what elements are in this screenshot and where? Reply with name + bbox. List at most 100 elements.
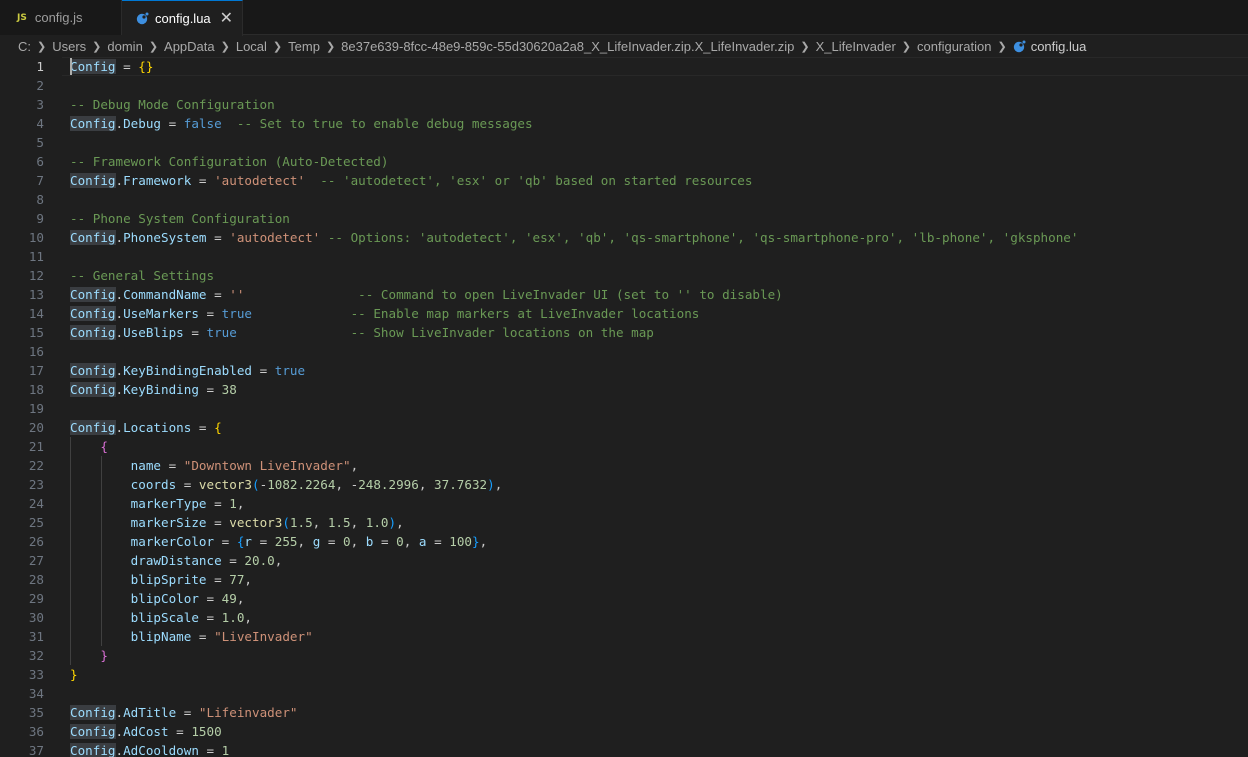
code-token: AdCost [123,724,169,739]
line-number: 36 [28,724,44,739]
code-text: } [70,646,108,665]
breadcrumb-item[interactable]: configuration [917,39,991,54]
breadcrumb-separator-icon: ❯ [272,40,283,53]
line-number: 17 [28,363,44,378]
code-token: = [221,553,245,568]
code-line[interactable]: 20 Config.Locations = { [0,418,1248,437]
breadcrumb-item[interactable]: Users [52,39,86,54]
code-token: . [115,306,124,321]
code-line[interactable]: 19 [0,399,1248,418]
code-token: Config [70,173,116,188]
breadcrumb-item[interactable]: AppData [164,39,215,54]
code-token: } [472,534,480,549]
code-line[interactable]: 5 [0,133,1248,152]
close-icon[interactable]: ✕ [220,10,233,27]
code-line[interactable]: 36 Config.AdCost = 1500 [0,722,1248,741]
tab-label: config.lua [155,11,211,26]
code-line[interactable]: 31 blipName = "LiveInvader" [0,627,1248,646]
code-line[interactable]: 9 -- Phone System Configuration [0,209,1248,228]
code-token: , [494,477,503,492]
code-line[interactable]: 2 [0,76,1248,95]
code-token: 'autodetect' [229,230,321,245]
line-number: 6 [36,154,44,169]
code-token: , [236,496,245,511]
code-line[interactable]: 24 markerType = 1, [0,494,1248,513]
code-text: Config.Framework = 'autodetect' -- 'auto… [70,171,752,190]
code-line[interactable]: 30 blipScale = 1.0, [0,608,1248,627]
code-token: = [198,306,222,321]
code-line[interactable]: 18 Config.KeyBinding = 38 [0,380,1248,399]
code-line[interactable]: 34 [0,684,1248,703]
breadcrumb-item[interactable]: domin [107,39,142,54]
code-line[interactable]: 11 [0,247,1248,266]
code-line[interactable]: 37 Config.AdCooldown = 1 [0,741,1248,757]
code-token: = [183,325,207,340]
line-number: 5 [36,135,44,150]
code-token: Debug [123,116,162,131]
code-line[interactable]: 3 -- Debug Mode Configuration [0,95,1248,114]
code-token: AdTitle [123,705,177,720]
tab-config-js[interactable]: JS config.js [0,0,122,35]
code-text: blipSprite = 77, [70,570,252,589]
code-line[interactable]: 16 [0,342,1248,361]
line-number: 31 [28,629,44,644]
code-token: Locations [123,420,192,435]
code-token: Config [70,116,116,131]
code-token: . [115,420,124,435]
code-token: = [161,458,184,473]
code-line[interactable]: 12 -- General Settings [0,266,1248,285]
code-token: -- Set to true to enable debug messages [236,116,533,131]
code-line[interactable]: 29 blipColor = 49, [0,589,1248,608]
code-text: name = "Downtown LiveInvader", [70,456,359,475]
code-line[interactable]: 8 [0,190,1248,209]
code-line[interactable]: 26 markerColor = {r = 255, g = 0, b = 0,… [0,532,1248,551]
code-line[interactable]: 6 -- Framework Configuration (Auto-Detect… [0,152,1248,171]
code-line[interactable]: 32 } [0,646,1248,665]
code-token: 248.2996 [358,477,419,492]
breadcrumb-item[interactable]: 8e37e639-8fcc-48e9-859c-55d30620a2a8_X_L… [341,39,794,54]
code-line[interactable]: 33} [0,665,1248,684]
code-token: ) [388,515,397,530]
code-token: CommandName [123,287,207,302]
code-line[interactable]: 13 Config.CommandName = '' -- Command to … [0,285,1248,304]
code-line[interactable]: 27 drawDistance = 20.0, [0,551,1248,570]
breadcrumb-item[interactable]: X_LifeInvader [816,39,896,54]
line-number: 13 [28,287,44,302]
code-line[interactable]: 15 Config.UseBlips = true -- Show LiveInv… [0,323,1248,342]
breadcrumb-item[interactable]: Local [236,39,267,54]
code-token: 20.0 [244,553,275,568]
code-line[interactable]: 28 blipSprite = 77, [0,570,1248,589]
code-token: Config [70,59,116,74]
code-line[interactable]: 4 Config.Debug = false -- Set to true to … [0,114,1248,133]
code-token: = [206,572,230,587]
code-line[interactable]: 10 Config.PhoneSystem = 'autodetect' -- O… [0,228,1248,247]
breadcrumb-item[interactable]: Temp [288,39,320,54]
code-line[interactable]: 23 coords = vector3(-1082.2264, -248.299… [0,475,1248,494]
tab-config-lua[interactable]: config.lua ✕ [122,0,243,36]
code-token: . [115,705,124,720]
code-text: } [70,665,78,684]
code-line[interactable]: 1 Config = {} [0,57,1248,76]
code-token: = [206,287,230,302]
code-line[interactable]: 25 markerSize = vector3(1.5, 1.5, 1.0), [0,513,1248,532]
code-text: drawDistance = 20.0, [70,551,283,570]
code-token: , [396,515,404,530]
code-token: = [198,382,222,397]
code-token: , - [335,477,359,492]
code-token: = [252,534,275,549]
code-token: , [312,515,328,530]
code-line[interactable]: 35 Config.AdTitle = "Lifeinvader" [0,703,1248,722]
code-line[interactable]: 7 Config.Framework = 'autodetect' -- 'aut… [0,171,1248,190]
code-line[interactable]: 14 Config.UseMarkers = true -- Enable map… [0,304,1248,323]
code-line[interactable]: 17 Config.KeyBindingEnabled = true [0,361,1248,380]
breadcrumb-file[interactable]: config.lua [1013,39,1086,54]
code-line[interactable]: 21 { [0,437,1248,456]
code-text: Config.KeyBinding = 38 [70,380,237,399]
code-line[interactable]: 22 name = "Downtown LiveInvader", [0,456,1248,475]
code-token: true [274,363,306,378]
breadcrumb-item[interactable]: C: [18,39,31,54]
code-editor[interactable]: 1 Config = {} 2 3 -- Debug Mode Configuratio… [0,56,1248,757]
breadcrumb-separator-icon: ❯ [220,40,230,53]
